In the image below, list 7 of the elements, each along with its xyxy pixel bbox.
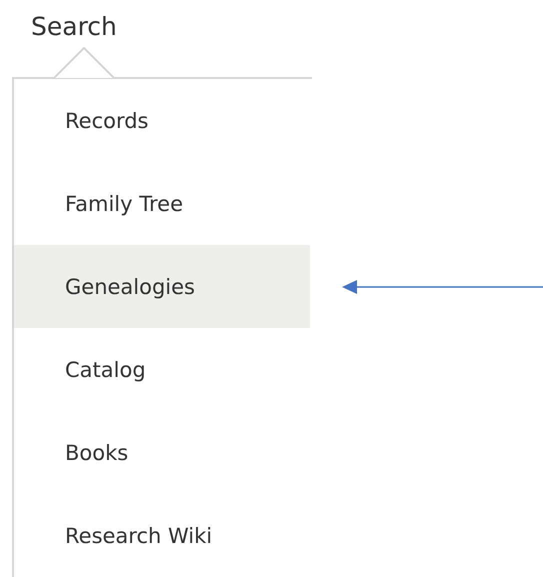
menu-item[interactable]: Records <box>14 79 310 162</box>
menu-item[interactable]: Books <box>14 411 310 494</box>
menu-item[interactable]: Family Tree <box>14 162 310 245</box>
menu-title[interactable]: Search <box>31 12 117 41</box>
menu-item[interactable]: Genealogies <box>14 245 310 328</box>
menu-item[interactable]: Catalog <box>14 328 310 411</box>
menu-item[interactable]: Research Wiki <box>14 494 310 577</box>
